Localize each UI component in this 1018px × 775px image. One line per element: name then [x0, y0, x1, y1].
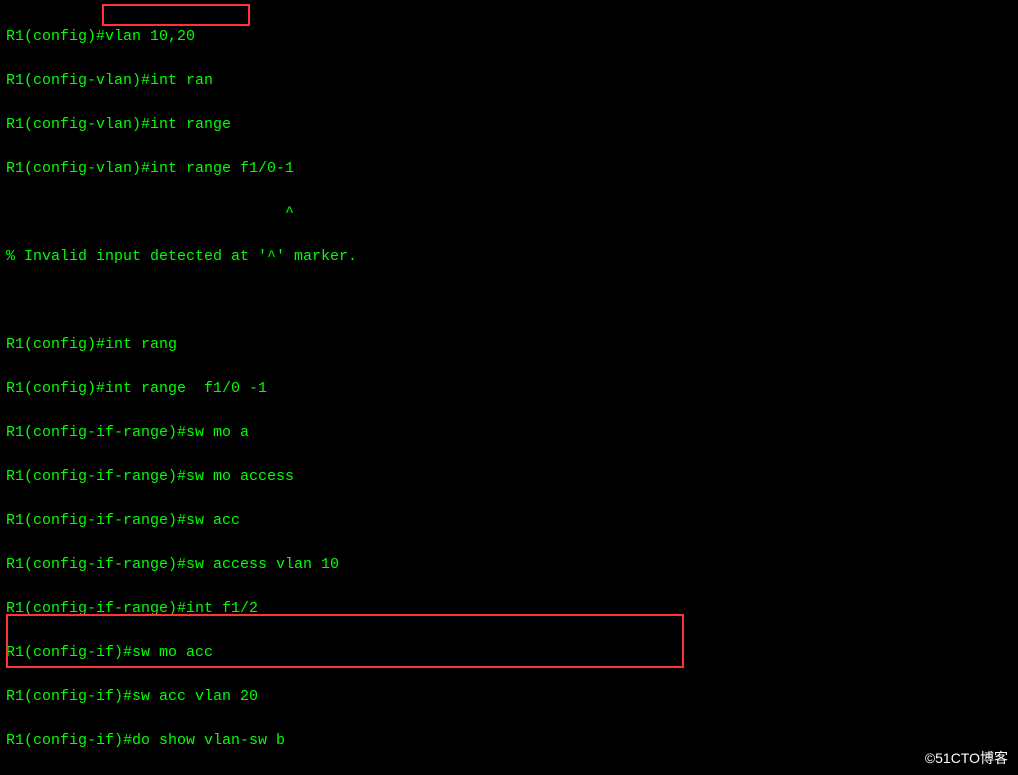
out-line: R1(config-vlan)#int range f1/0-1	[6, 158, 1012, 180]
out-line: % Invalid input detected at '^' marker.	[6, 246, 1012, 268]
terminal-output[interactable]: R1(config)#vlan 10,20 R1(config-vlan)#in…	[0, 0, 1018, 775]
out-line: R1(config-if-range)#sw acc	[6, 510, 1012, 532]
watermark-text: ©51CTO博客	[925, 747, 1008, 769]
out-line: R1(config-vlan)#int range	[6, 114, 1012, 136]
out-line: R1(config-if)#do show vlan-sw b	[6, 730, 1012, 752]
out-line: R1(config-if-range)#sw mo access	[6, 466, 1012, 488]
out-line: R1(config-if)#sw acc vlan 20	[6, 686, 1012, 708]
out-line	[6, 290, 1012, 312]
out-line: R1(config-if)#sw mo acc	[6, 642, 1012, 664]
out-line: ^	[6, 202, 1012, 224]
out-line: R1(config-if-range)#int f1/2	[6, 598, 1012, 620]
out-line: R1(config-vlan)#int ran	[6, 70, 1012, 92]
out-line: R1(config-if-range)#sw mo a	[6, 422, 1012, 444]
highlight-box-vlan-cmd	[102, 4, 250, 26]
out-line: R1(config-if-range)#sw access vlan 10	[6, 554, 1012, 576]
out-line: R1(config)#int range f1/0 -1	[6, 378, 1012, 400]
out-line: R1(config)#vlan 10,20	[6, 26, 1012, 48]
out-line: R1(config)#int rang	[6, 334, 1012, 356]
